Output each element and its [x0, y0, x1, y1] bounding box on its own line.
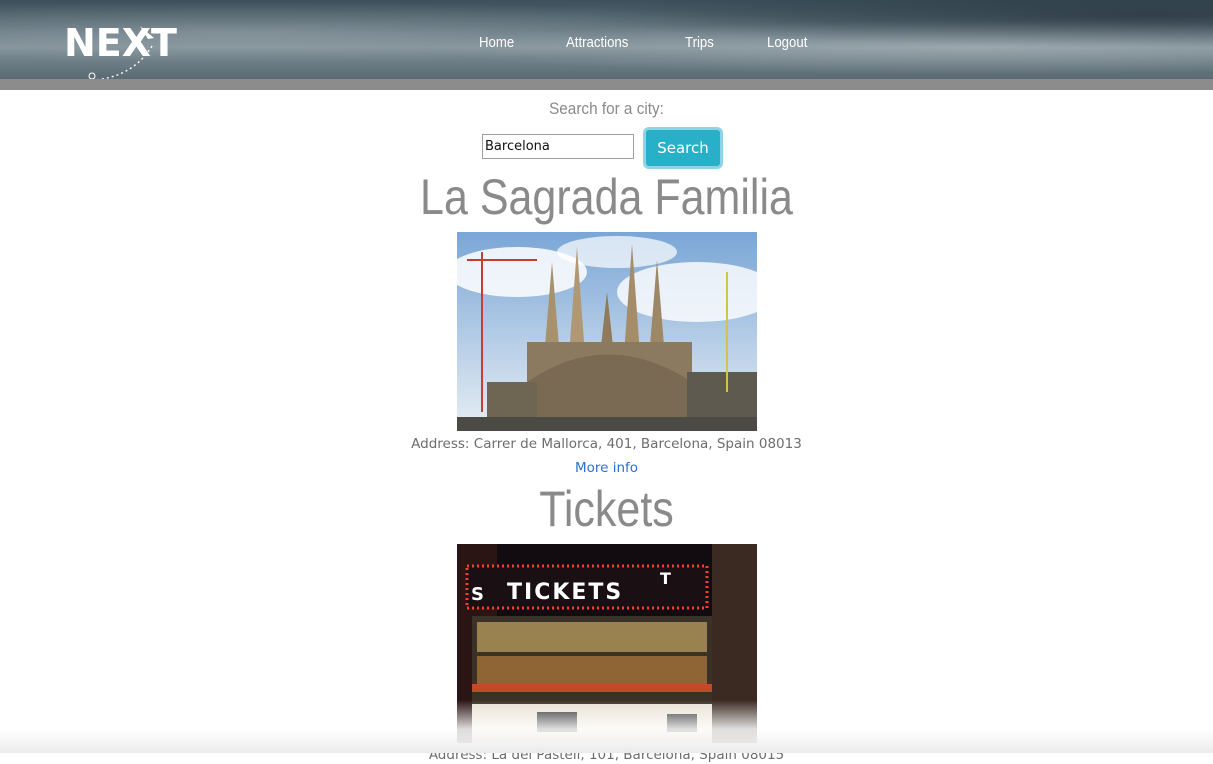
svg-text:T: T: [660, 569, 671, 588]
svg-text:TICKETS: TICKETS: [507, 580, 623, 605]
attraction-address: Address: La del Pastell, 101, Barcelona,…: [428, 747, 785, 763]
more-info-link[interactable]: More info: [575, 460, 638, 476]
main-nav: Home Attractions Trips Logout: [0, 30, 1213, 56]
nav-item-home[interactable]: Home: [479, 30, 514, 56]
svg-text:S: S: [471, 584, 484, 605]
header-divider: [0, 79, 1213, 90]
site-header: NEXT Home Attractions Trips Logout: [0, 0, 1213, 79]
search-button[interactable]: Search: [643, 127, 723, 169]
tickets-booth-photo: TICKETS S T: [457, 544, 757, 743]
nav-item-trips[interactable]: Trips: [685, 30, 714, 56]
attraction-image-sagrada-familia: [457, 232, 757, 431]
attraction-title: Tickets: [539, 481, 674, 537]
attraction-image-tickets: TICKETS S T: [457, 544, 757, 743]
nav-item-attractions[interactable]: Attractions: [566, 30, 628, 56]
sagrada-familia-photo: [457, 232, 757, 431]
attraction-address: Address: Carrer de Mallorca, 401, Barcel…: [411, 436, 802, 452]
attraction-title: La Sagrada Familia: [420, 169, 793, 225]
more-info-row: More info: [0, 459, 1213, 477]
search-label: Search for a city:: [549, 99, 664, 118]
city-search-input[interactable]: [482, 134, 634, 159]
nav-item-logout[interactable]: Logout: [767, 30, 807, 56]
